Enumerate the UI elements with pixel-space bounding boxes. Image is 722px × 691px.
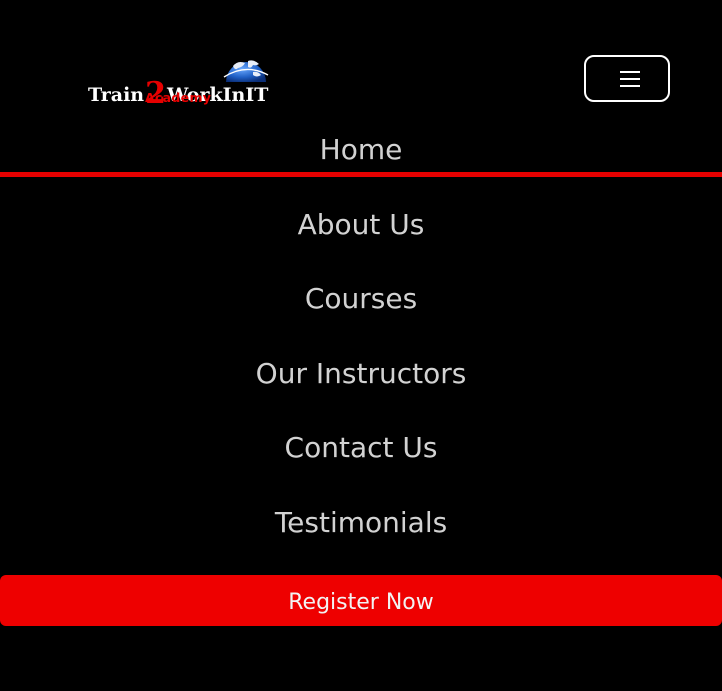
menu-toggle-button[interactable] <box>584 55 670 102</box>
nav-item-testimonials[interactable]: Testimonials <box>0 506 722 540</box>
register-now-button[interactable]: Register Now <box>0 575 722 626</box>
brand-logo[interactable]: Train2WorkInIT Academy <box>88 52 270 111</box>
logo-subtitle: Academy <box>145 90 212 105</box>
nav-item-about-us[interactable]: About Us <box>0 208 722 242</box>
nav-item-our-instructors[interactable]: Our Instructors <box>0 357 722 391</box>
nav-item-courses[interactable]: Courses <box>0 282 722 316</box>
active-indicator-line <box>0 172 722 177</box>
nav-item-home[interactable]: Home <box>0 133 722 167</box>
hamburger-menu-icon <box>620 71 640 87</box>
logo-text-pre: Train <box>88 84 145 106</box>
nav-item-contact-us[interactable]: Contact Us <box>0 431 722 465</box>
page: Train2WorkInIT Academy Home About Us Cou… <box>0 0 722 691</box>
